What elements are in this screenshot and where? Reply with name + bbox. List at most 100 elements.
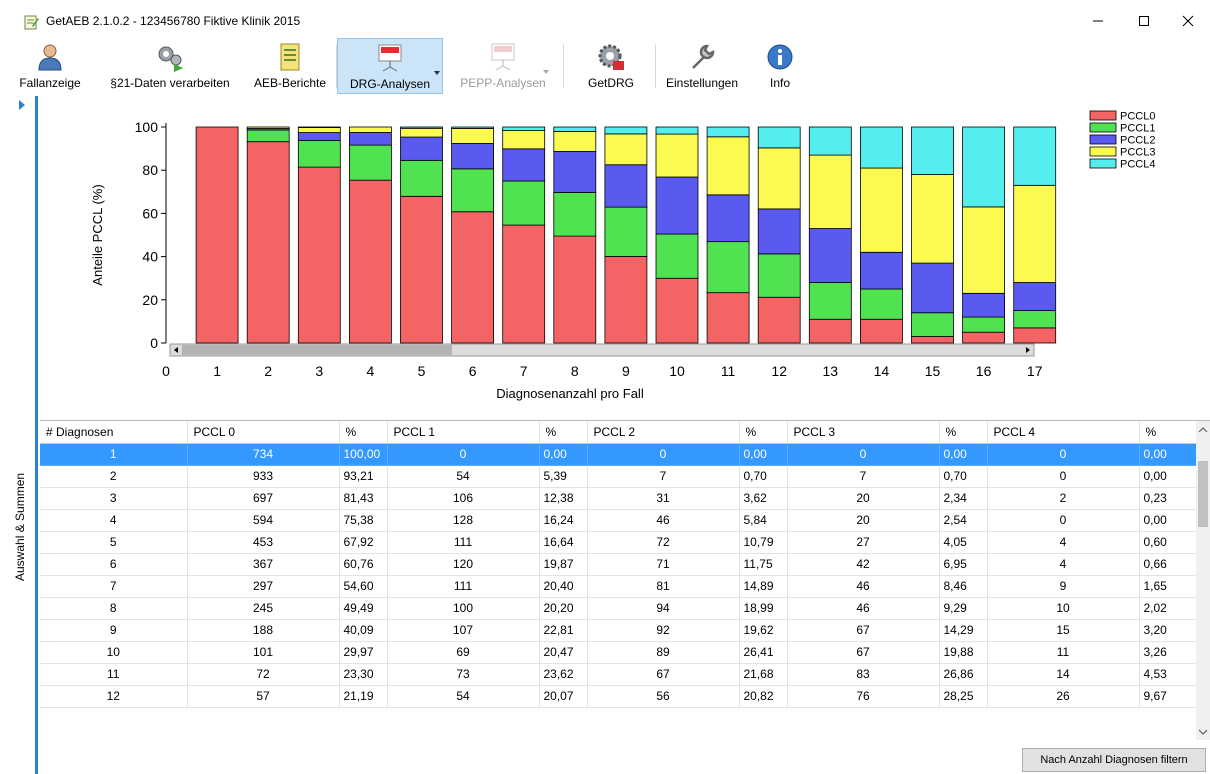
table-cell[interactable]: 188 (187, 619, 340, 642)
table-cell[interactable]: 453 (187, 531, 340, 554)
vertical-scrollbar[interactable] (1196, 421, 1210, 740)
table-cell[interactable]: 26,41 (739, 641, 788, 664)
table-cell[interactable]: 42 (787, 553, 940, 576)
table-row[interactable]: 2 933 93,21 54 5,39 7 0,70 7 0,70 0 0,00 (40, 465, 1197, 488)
table-row[interactable]: 9 188 40,09 107 22,81 92 19,62 67 14,29 15 3,20 (40, 619, 1197, 642)
table-cell[interactable]: 23,30 (339, 663, 388, 686)
table-cell[interactable]: 46 (587, 509, 740, 532)
column-header[interactable]: % (939, 421, 988, 444)
column-header[interactable]: PCCL 3 (787, 421, 940, 444)
table-cell[interactable]: 106 (387, 487, 540, 510)
table-cell[interactable]: 3,20 (1139, 619, 1197, 642)
table-cell[interactable]: 20,82 (739, 685, 788, 708)
table-cell[interactable]: 8 (40, 597, 188, 620)
table-cell[interactable]: 20 (787, 487, 940, 510)
table-cell[interactable]: 14,29 (939, 619, 988, 642)
table-cell[interactable]: 697 (187, 487, 340, 510)
table-cell[interactable]: 20 (787, 509, 940, 532)
table-cell[interactable]: 9,29 (939, 597, 988, 620)
table-row[interactable]: 8 245 49,49 100 20,20 94 18,99 46 9,29 10 2,02 (40, 597, 1197, 620)
table-cell[interactable]: 15 (987, 619, 1140, 642)
table-cell[interactable]: 54,60 (339, 575, 388, 598)
toolbar-21-daten[interactable]: §21-Daten verarbeiten (98, 38, 242, 94)
table-cell[interactable]: 20,07 (539, 685, 588, 708)
table-cell[interactable]: 19,62 (739, 619, 788, 642)
table-cell[interactable]: 10,79 (739, 531, 788, 554)
table-cell[interactable]: 57 (187, 685, 340, 708)
column-header[interactable]: % (1139, 421, 1197, 444)
table-cell[interactable]: 16,64 (539, 531, 588, 554)
table-row[interactable]: 6 367 60,76 120 19,87 71 11,75 42 6,95 4 0,66 (40, 553, 1197, 576)
table-cell[interactable]: 3,26 (1139, 641, 1197, 664)
table-cell[interactable]: 4 (40, 509, 188, 532)
table-cell[interactable]: 92 (587, 619, 740, 642)
table-cell[interactable]: 0,66 (1139, 553, 1197, 576)
table-cell[interactable]: 75,38 (339, 509, 388, 532)
table-cell[interactable]: 69 (387, 641, 540, 664)
column-header[interactable]: PCCL 4 (987, 421, 1140, 444)
table-cell[interactable]: 1 (40, 443, 188, 466)
table-cell[interactable]: 22,81 (539, 619, 588, 642)
table-cell[interactable]: 107 (387, 619, 540, 642)
table-cell[interactable]: 93,21 (339, 465, 388, 488)
table-cell[interactable]: 12,38 (539, 487, 588, 510)
table-cell[interactable]: 933 (187, 465, 340, 488)
close-button[interactable] (1168, 6, 1208, 36)
table-cell[interactable]: 29,97 (339, 641, 388, 664)
table-cell[interactable]: 10 (987, 597, 1140, 620)
table-cell[interactable]: 120 (387, 553, 540, 576)
table-cell[interactable]: 2 (40, 465, 188, 488)
table-cell[interactable]: 14 (987, 663, 1140, 686)
table-cell[interactable]: 3 (40, 487, 188, 510)
table-row[interactable]: 12 57 21,19 54 20,07 56 20,82 76 28,25 26 9,67 (40, 685, 1197, 708)
table-cell[interactable]: 367 (187, 553, 340, 576)
table-cell[interactable]: 46 (787, 575, 940, 598)
table-cell[interactable]: 8,46 (939, 575, 988, 598)
table-cell[interactable]: 72 (587, 531, 740, 554)
toolbar-info[interactable]: Info (752, 38, 808, 94)
table-cell[interactable]: 2,54 (939, 509, 988, 532)
scroll-down-icon[interactable] (1196, 725, 1210, 739)
table-cell[interactable]: 100 (387, 597, 540, 620)
table-cell[interactable]: 4,53 (1139, 663, 1197, 686)
table-cell[interactable]: 0 (787, 443, 940, 466)
table-cell[interactable]: 9 (987, 575, 1140, 598)
table-cell[interactable]: 3,62 (739, 487, 788, 510)
table-cell[interactable]: 94 (587, 597, 740, 620)
table-cell[interactable]: 16,24 (539, 509, 588, 532)
toolbar-fallanzeige[interactable]: Fallanzeige (10, 38, 90, 94)
scroll-up-icon[interactable] (1196, 423, 1210, 437)
table-cell[interactable]: 2,02 (1139, 597, 1197, 620)
table-cell[interactable]: 0,70 (939, 465, 988, 488)
table-cell[interactable]: 21,19 (339, 685, 388, 708)
table-cell[interactable]: 26 (987, 685, 1140, 708)
table-cell[interactable]: 0 (587, 443, 740, 466)
toolbar-getdrg[interactable]: GetDRG (568, 38, 654, 94)
table-cell[interactable]: 0 (987, 443, 1140, 466)
table-cell[interactable]: 0,70 (739, 465, 788, 488)
table-cell[interactable]: 73 (387, 663, 540, 686)
toolbar-drg-analysen[interactable]: DRG-Analysen (337, 38, 443, 94)
table-cell[interactable]: 20,20 (539, 597, 588, 620)
table-cell[interactable]: 245 (187, 597, 340, 620)
table-cell[interactable]: 4,05 (939, 531, 988, 554)
table-cell[interactable]: 20,47 (539, 641, 588, 664)
table-cell[interactable]: 0,00 (1139, 443, 1197, 466)
table-cell[interactable]: 734 (187, 443, 340, 466)
table-cell[interactable]: 67 (787, 619, 940, 642)
scrollbar-thumb[interactable] (1198, 461, 1208, 527)
table-cell[interactable]: 21,68 (739, 663, 788, 686)
table-cell[interactable]: 19,88 (939, 641, 988, 664)
column-header[interactable]: % (739, 421, 788, 444)
table-cell[interactable]: 81,43 (339, 487, 388, 510)
table-cell[interactable]: 6,95 (939, 553, 988, 576)
column-header[interactable]: % (339, 421, 388, 444)
table-cell[interactable]: 76 (787, 685, 940, 708)
table-cell[interactable]: 5 (40, 531, 188, 554)
table-cell[interactable]: 12 (40, 685, 188, 708)
table-cell[interactable]: 54 (387, 465, 540, 488)
expand-arrow-icon[interactable] (19, 100, 25, 110)
table-cell[interactable]: 83 (787, 663, 940, 686)
table-cell[interactable]: 67 (587, 663, 740, 686)
table-cell[interactable]: 2,34 (939, 487, 988, 510)
